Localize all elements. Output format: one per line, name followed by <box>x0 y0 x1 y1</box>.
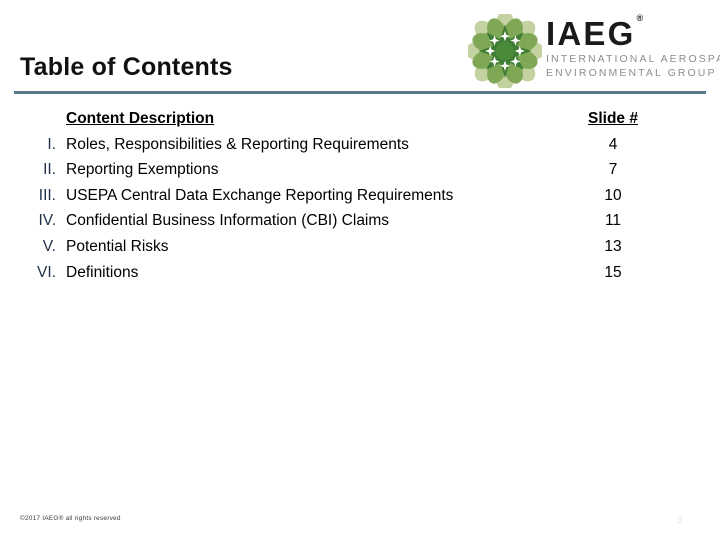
iaeg-flower-emblem-icon <box>465 11 545 91</box>
page-title: Table of Contents <box>20 53 233 81</box>
title-divider <box>14 91 706 94</box>
table-row[interactable]: II. Reporting Exemptions 7 <box>22 157 682 183</box>
footer-copyright: ©2017 IAEG® all rights reserved <box>20 515 121 522</box>
row-numeral: II. <box>43 161 56 179</box>
logo-subtitle-line2: ENVIRONMENTAL GROUP <box>546 67 717 79</box>
row-numeral: VI. <box>37 263 56 281</box>
table-row[interactable]: V. Potential Risks 13 <box>22 234 682 260</box>
table-header-row: Content Description Slide # <box>22 106 682 132</box>
row-description: Potential Risks <box>66 237 169 255</box>
logo-wordmark: IAEG® INTERNATIONAL AEROSPACE ENVIRONMEN… <box>546 12 720 80</box>
row-numeral: IV. <box>38 212 56 230</box>
header-slide-number: Slide # <box>588 110 638 127</box>
logo-subtitle-line1: INTERNATIONAL AEROSPACE <box>546 53 720 65</box>
row-slide-number: 7 <box>608 161 618 179</box>
row-slide-number: 15 <box>604 263 622 281</box>
row-description: Reporting Exemptions <box>66 161 219 179</box>
row-slide-number: 11 <box>604 212 622 230</box>
table-row[interactable]: VI. Definitions 15 <box>22 260 682 286</box>
logo-iaeg-text: IAEG® <box>546 12 644 52</box>
row-numeral: I. <box>47 135 56 153</box>
row-description: Definitions <box>66 263 139 281</box>
iaeg-logo: IAEG® INTERNATIONAL AEROSPACE ENVIRONMEN… <box>465 11 720 91</box>
row-description: Confidential Business Information (CBI) … <box>66 212 390 230</box>
table-of-contents: Content Description Slide # I. Roles, Re… <box>22 106 682 285</box>
footer-slide-number: 3 <box>677 515 683 525</box>
row-description: Roles, Responsibilities & Reporting Requ… <box>66 135 409 153</box>
table-row[interactable]: III. USEPA Central Data Exchange Reporti… <box>22 183 682 209</box>
header-content-description: Content Description <box>66 110 215 127</box>
logo-iaeg-label: IAEG <box>546 15 636 52</box>
row-description: USEPA Central Data Exchange Reporting Re… <box>66 186 454 204</box>
table-row[interactable]: IV. Confidential Business Information (C… <box>22 208 682 234</box>
row-numeral: III. <box>38 186 56 204</box>
row-slide-number: 10 <box>604 186 622 204</box>
row-numeral: V. <box>42 237 56 255</box>
row-slide-number: 13 <box>604 237 622 255</box>
table-row[interactable]: I. Roles, Responsibilities & Reporting R… <box>22 132 682 158</box>
row-slide-number: 4 <box>608 135 618 153</box>
registered-trademark-icon: ® <box>636 13 644 23</box>
